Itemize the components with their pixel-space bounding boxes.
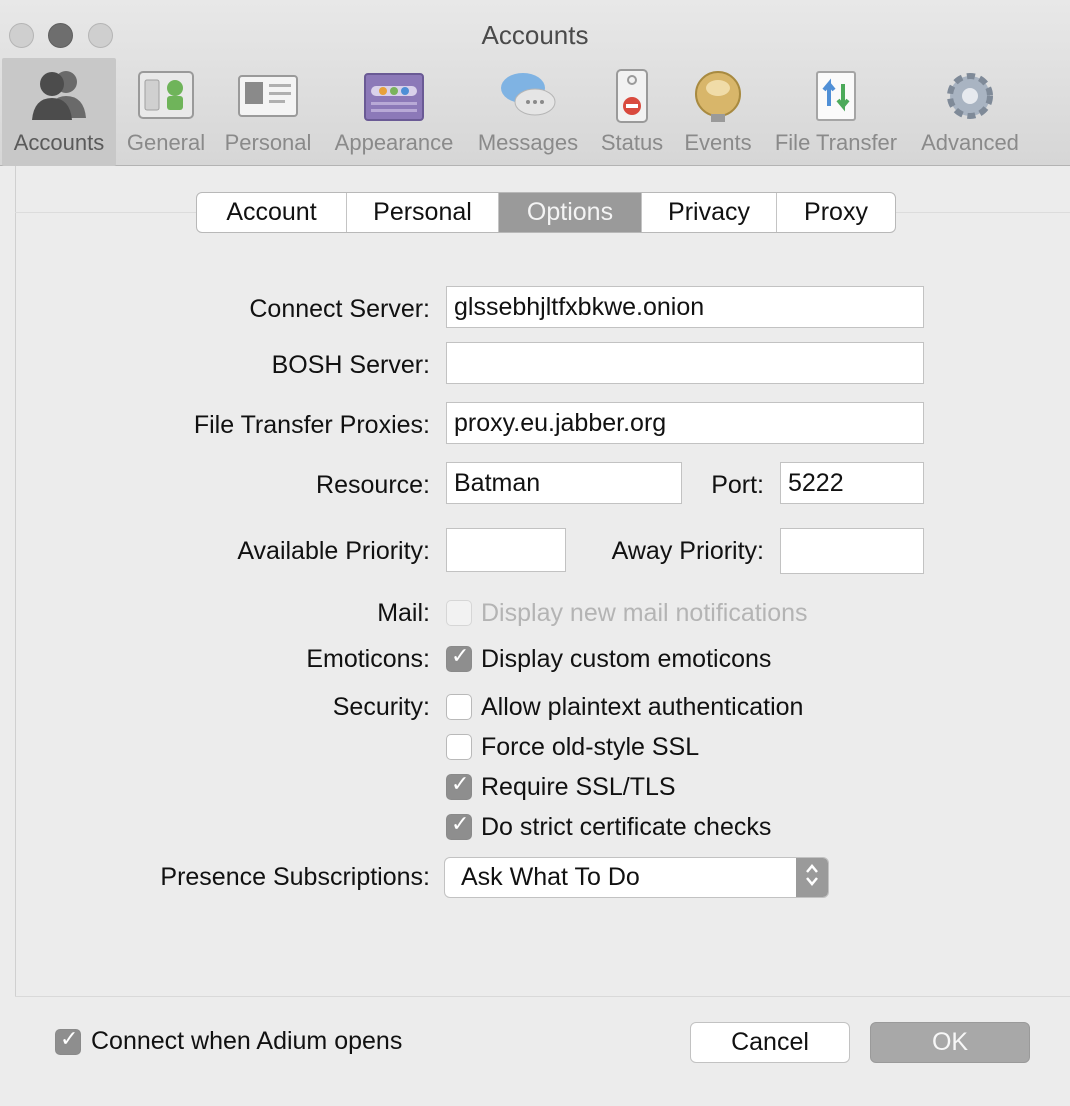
file-transfer-proxies-label: File Transfer Proxies:	[193, 411, 430, 439]
emoticons-label: Emoticons:	[306, 645, 430, 673]
connect-server-label: Connect Server:	[249, 295, 430, 323]
mail-label: Mail:	[377, 599, 430, 627]
tab-personal[interactable]: Personal	[347, 193, 499, 232]
id-card-icon	[238, 75, 298, 117]
available-priority-field[interactable]	[446, 528, 566, 572]
plaintext-auth-label: Allow plaintext authentication	[481, 693, 804, 721]
toolbar-label-file-transfer: File Transfer	[774, 130, 898, 155]
tab-privacy[interactable]: Privacy	[642, 193, 777, 232]
mail-notifications-checkbox[interactable]	[446, 600, 472, 626]
toolbar-label-messages: Messages	[477, 130, 579, 155]
port-label: Port:	[711, 471, 764, 499]
custom-emoticons-checkbox[interactable]: ✓	[446, 644, 472, 672]
away-priority-label: Away Priority:	[611, 537, 764, 565]
available-priority-label: Available Priority:	[237, 537, 430, 565]
bosh-server-label: BOSH Server:	[271, 351, 430, 379]
toolbar-item-general[interactable]: General	[120, 58, 212, 166]
toolbar-item-accounts[interactable]: Accounts	[2, 58, 116, 166]
checkmark-icon: ✓	[60, 1027, 79, 1052]
toolbar-item-personal[interactable]: Personal	[218, 58, 318, 166]
old-style-ssl-label: Force old-style SSL	[481, 733, 700, 761]
toolbar-item-status[interactable]: Status	[594, 58, 670, 166]
checkmark-icon: ✓	[451, 772, 470, 797]
gear-icon	[947, 73, 993, 119]
file-transfer-proxies-field[interactable]: proxy.eu.jabber.org	[446, 402, 924, 444]
speech-bubbles-icon	[501, 73, 556, 116]
bosh-server-field[interactable]	[446, 342, 924, 384]
toolbar-label-personal: Personal	[224, 130, 312, 155]
toolbar-label-advanced: Advanced	[921, 130, 1019, 155]
transfer-arrows-icon	[816, 71, 856, 121]
connect-on-open-label: Connect when Adium opens	[91, 1027, 403, 1055]
tab-options[interactable]: Options	[499, 193, 642, 232]
strict-certificate-label: Do strict certificate checks	[481, 813, 772, 841]
mail-notifications-label: Display new mail notifications	[481, 599, 808, 627]
toolbar-item-appearance[interactable]: Appearance	[328, 58, 460, 166]
toolbar-label-events: Events	[684, 130, 752, 155]
presence-subscriptions-select[interactable]: Ask What To Do	[444, 857, 829, 898]
connect-server-field[interactable]: glssebhjltfxbkwe.onion	[446, 286, 924, 328]
connect-on-open-checkbox[interactable]: ✓	[55, 1027, 81, 1055]
toolbar-item-file-transfer[interactable]: File Transfer	[766, 58, 906, 166]
status-sign-icon	[616, 69, 648, 123]
tab-proxy[interactable]: Proxy	[777, 193, 895, 232]
away-priority-field[interactable]	[780, 528, 924, 574]
toolbar-label-general: General	[126, 130, 206, 155]
custom-emoticons-label: Display custom emoticons	[481, 645, 772, 673]
toolbar-item-advanced[interactable]: Advanced	[914, 58, 1026, 166]
cancel-button[interactable]: Cancel	[690, 1022, 850, 1063]
plaintext-auth-checkbox[interactable]	[446, 694, 472, 720]
toolbar-label-status: Status	[600, 130, 664, 155]
presence-subscriptions-label: Presence Subscriptions:	[160, 863, 430, 891]
toolbar-label-accounts: Accounts	[13, 130, 105, 155]
resource-label: Resource:	[316, 471, 430, 499]
checkmark-icon: ✓	[451, 812, 470, 837]
resource-field[interactable]: Batman	[446, 462, 682, 504]
security-label: Security:	[332, 693, 430, 721]
toolbar-item-messages[interactable]: Messages	[470, 58, 586, 166]
tab-account[interactable]: Account	[197, 193, 347, 232]
toolbar-label-appearance: Appearance	[334, 130, 454, 155]
ok-button[interactable]: OK	[870, 1022, 1030, 1063]
general-switch-icon	[138, 71, 194, 119]
require-ssl-tls-checkbox[interactable]: ✓	[446, 772, 472, 800]
toolbar-item-events[interactable]: Events	[678, 58, 758, 166]
window-title: Accounts	[481, 20, 589, 50]
port-field[interactable]: 5222	[780, 462, 924, 504]
people-icon	[32, 71, 86, 120]
checkmark-icon: ✓	[451, 644, 470, 669]
old-style-ssl-checkbox[interactable]	[446, 734, 472, 760]
bell-icon	[695, 71, 741, 122]
window-titlebar: Accounts Accounts General Personal Appea…	[0, 0, 1070, 166]
palette-window-icon	[364, 73, 424, 121]
account-tabs: Account Personal Options Privacy Proxy	[196, 192, 896, 233]
require-ssl-tls-label: Require SSL/TLS	[481, 773, 676, 801]
presence-subscriptions-value: Ask What To Do	[461, 863, 640, 891]
strict-certificate-checkbox[interactable]: ✓	[446, 812, 472, 840]
updown-chevron-icon	[796, 858, 828, 897]
